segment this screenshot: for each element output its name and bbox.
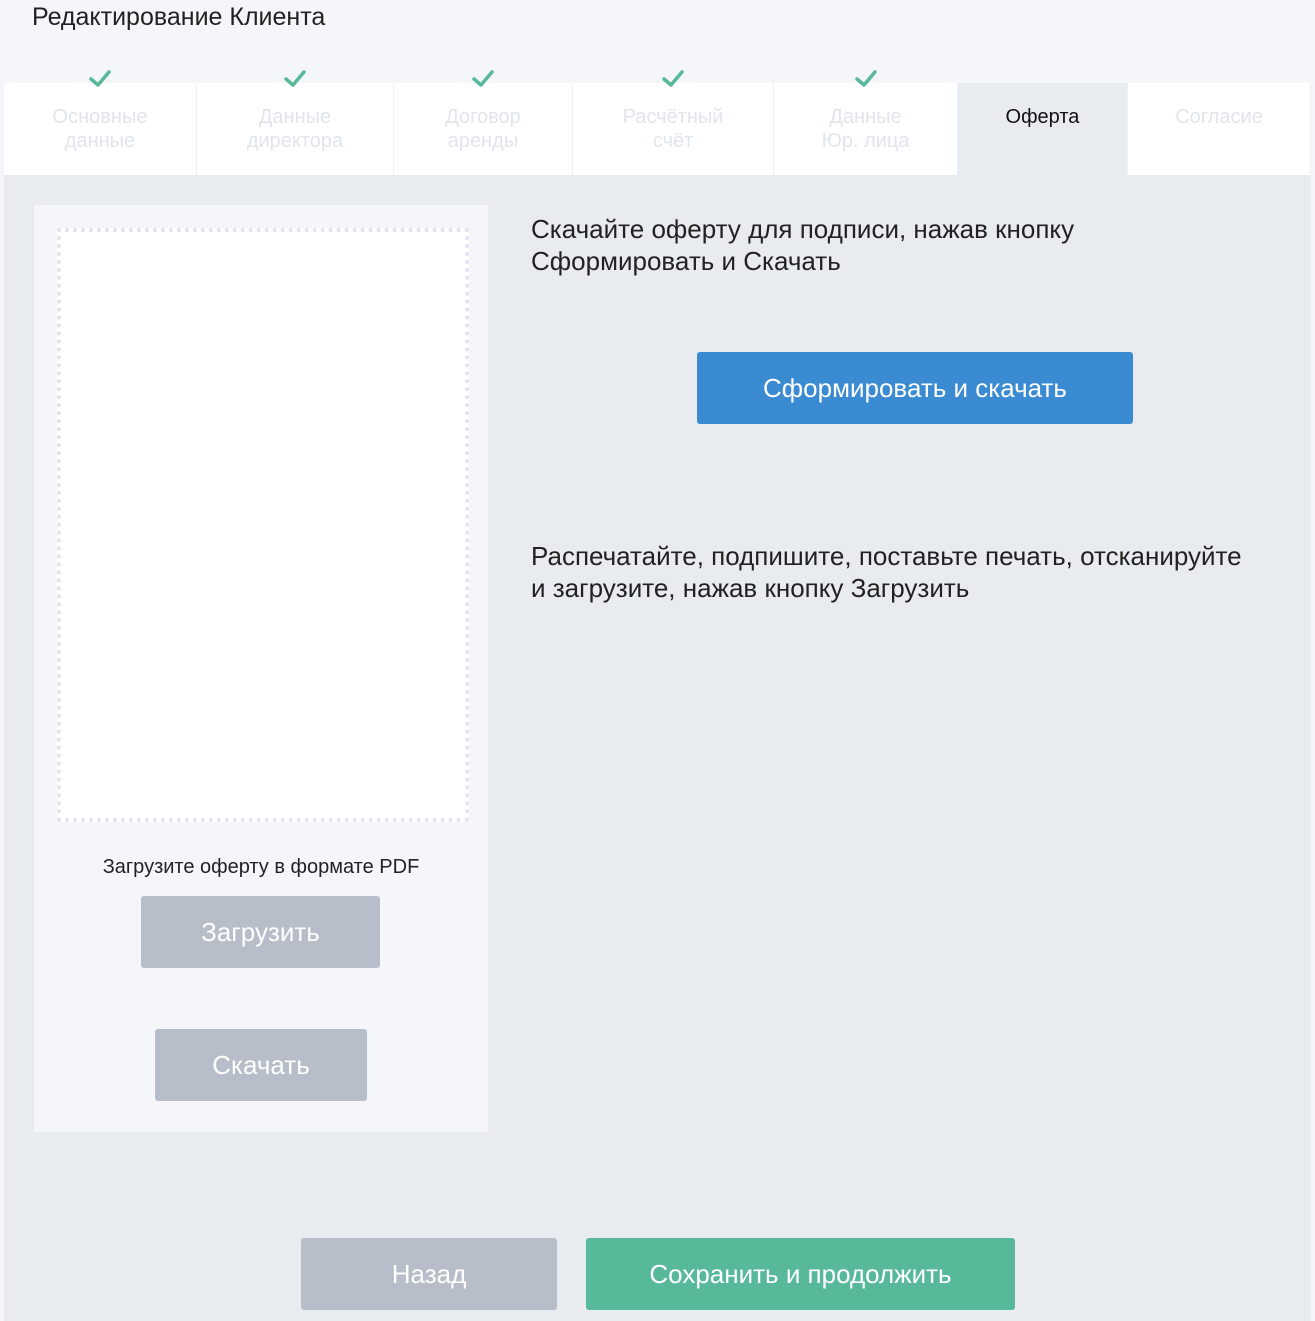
check-icon [854, 70, 877, 87]
tab-consent[interactable]: Согласие [1128, 83, 1311, 175]
tab-basic-data[interactable]: Основные данные [4, 70, 197, 175]
tab-label: Расчётный счёт [622, 106, 724, 152]
check-icon [662, 70, 684, 87]
download-button[interactable]: Скачать [155, 1029, 367, 1101]
step-tabs: Основные данные Данные директора Договор… [4, 70, 1311, 175]
tab-label: Договор аренды [445, 106, 521, 152]
tab-settlement-account[interactable]: Расчётный счёт [573, 70, 774, 175]
upload-panel: Загрузите оферту в формате PDF Загрузить… [34, 205, 488, 1132]
check-icon [89, 70, 111, 87]
tab-lease-agreement[interactable]: Договор аренды [394, 70, 573, 175]
tab-label: Основные данные [52, 106, 148, 152]
upload-instruction: Распечатайте, подпишите, поставьте печат… [531, 541, 1242, 603]
back-button[interactable]: Назад [301, 1238, 557, 1310]
page-title: Редактирование Клиента [32, 3, 326, 31]
tab-label: Данные директора [246, 106, 344, 152]
tab-label: Данные Юр. лица [821, 106, 910, 152]
tab-label: Согласие [1175, 106, 1263, 128]
tab-label: Оферта [1005, 106, 1080, 128]
file-drop-zone[interactable] [57, 228, 469, 822]
tab-director-data[interactable]: Данные директора [197, 70, 394, 175]
tab-legal-entity-data[interactable]: Данные Юр. лица [774, 70, 958, 175]
download-instruction: Скачайте оферту для подписи, нажав кнопк… [531, 214, 1075, 276]
offer-content: Загрузите оферту в формате PDF Загрузить… [4, 175, 1311, 1321]
upload-hint: Загрузите оферту в формате PDF [102, 856, 420, 878]
check-icon [472, 70, 494, 87]
check-icon [284, 70, 306, 87]
tab-offer[interactable]: Оферта [958, 83, 1128, 175]
upload-button[interactable]: Загрузить [141, 896, 380, 968]
save-and-continue-button[interactable]: Сохранить и продолжить [586, 1238, 1015, 1310]
generate-and-download-button[interactable]: Сформировать и скачать [697, 352, 1133, 424]
